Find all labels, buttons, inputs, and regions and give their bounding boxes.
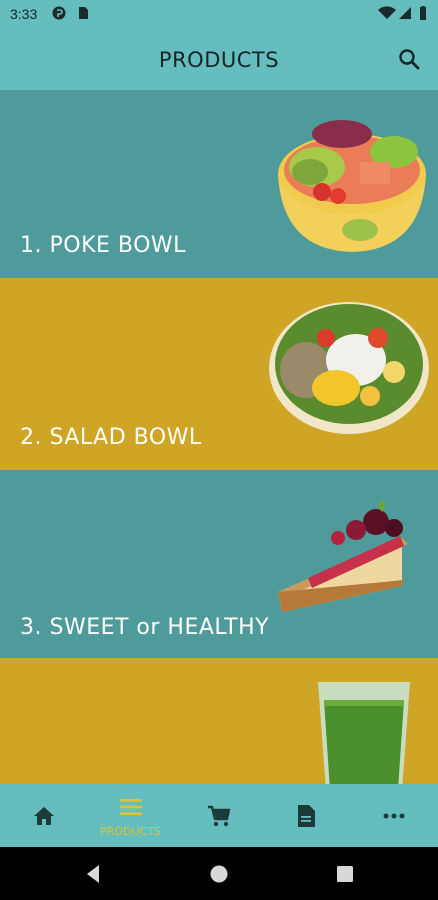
product-card-title: 3. SWEET or HEALTHY <box>20 615 270 640</box>
home-nav-icon[interactable] <box>208 863 230 885</box>
product-card-juice[interactable] <box>0 658 438 784</box>
system-navigation-bar <box>0 847 438 900</box>
tab-more[interactable] <box>350 784 437 847</box>
app-screen: 3:33 PRODUCTS 1. POKE BOWL 2. SALAD BOWL… <box>0 0 438 900</box>
tab-cart[interactable] <box>175 784 262 847</box>
page-title: PRODUCTS <box>158 48 280 72</box>
cart-icon <box>207 805 230 827</box>
more-icon <box>383 813 404 819</box>
product-card-poke-bowl[interactable]: 1. POKE BOWL <box>0 90 438 278</box>
sd-card-icon <box>79 7 88 19</box>
search-icon[interactable] <box>396 46 424 74</box>
signal-icon <box>399 7 411 19</box>
status-bar: 3:33 <box>0 0 438 30</box>
back-icon[interactable] <box>82 863 104 885</box>
recents-icon[interactable] <box>334 863 356 885</box>
tab-documents[interactable] <box>262 784 349 847</box>
product-card-title: 1. POKE BOWL <box>20 233 186 258</box>
tab-products-label: PRODUCTS <box>100 825 161 838</box>
document-icon <box>297 805 315 827</box>
wifi-icon <box>378 6 396 20</box>
menu-icon <box>119 799 142 815</box>
product-card-sweet-healthy[interactable]: 3. SWEET or HEALTHY <box>0 470 438 658</box>
battery-icon <box>420 6 426 20</box>
status-time: 3:33 <box>10 6 38 22</box>
tab-home[interactable] <box>0 784 87 847</box>
bottom-tab-bar: PRODUCTS <box>0 784 438 847</box>
sync-icon <box>52 6 66 20</box>
salad-bowl-image <box>269 302 429 434</box>
product-card-title: 2. SALAD BOWL <box>20 425 202 450</box>
tab-products[interactable]: PRODUCTS <box>87 784 174 847</box>
cheesecake-image <box>278 500 408 612</box>
poke-bowl-image <box>278 120 426 252</box>
home-icon <box>33 807 54 825</box>
green-juice-image <box>318 682 410 784</box>
app-header: PRODUCTS <box>0 30 438 90</box>
product-list: 1. POKE BOWL 2. SALAD BOWL 3. SWEET or H… <box>0 90 438 784</box>
product-card-salad-bowl[interactable]: 2. SALAD BOWL <box>0 278 438 470</box>
